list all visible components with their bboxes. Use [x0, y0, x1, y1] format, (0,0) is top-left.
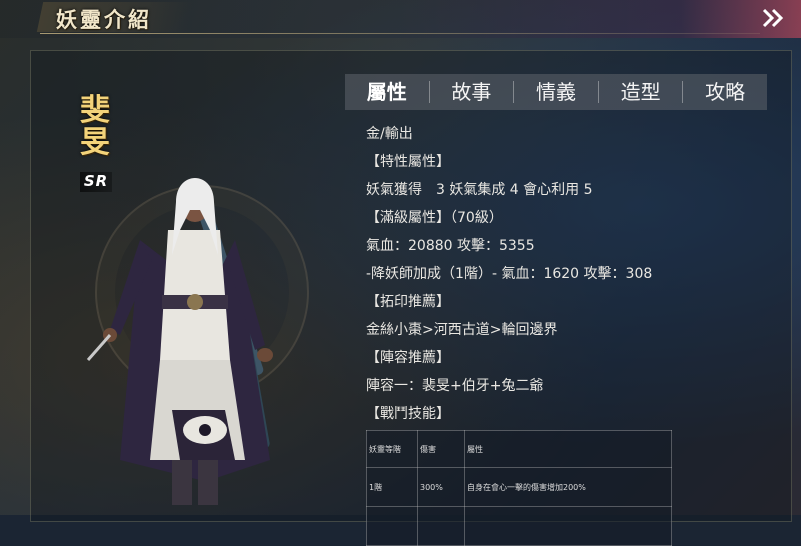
table-row: 1階 300% 自身在會心一擊的傷害增加200%	[366, 467, 672, 507]
title-divider	[40, 33, 760, 34]
table-cell	[464, 506, 672, 546]
feature-values: 妖氣獲得 3 妖氣集成 4 會心利用 5	[366, 182, 593, 198]
tab-bar: 屬性 故事 情義 造型 攻略	[345, 74, 767, 110]
table-cell: 1階	[366, 467, 418, 507]
team-header: 【陣容推薦】	[366, 350, 450, 366]
feature-header: 【特性屬性】	[366, 154, 450, 170]
page-title: 妖靈介紹	[56, 7, 152, 32]
attribute-info: 金/輸出 【特性屬性】 妖氣獲得 3 妖氣集成 4 會心利用 5 【滿級屬性】（…	[366, 120, 776, 428]
table-cell: 自身在會心一擊的傷害增加200%	[464, 467, 672, 507]
table-header: 傷害	[417, 430, 465, 468]
tab-strategy[interactable]: 攻略	[682, 81, 767, 103]
table-cell	[417, 506, 465, 546]
double-chevron-right-icon[interactable]	[759, 6, 787, 30]
seal-recommendation: 金絲小棗>河西古道>輪回邊界	[366, 322, 558, 338]
character-name: 斐 旻	[80, 95, 110, 159]
table-header: 屬性	[464, 430, 672, 468]
bonus-stats: -降妖師加成（1階）- 氣血：1620 攻擊：308	[366, 266, 653, 282]
character-name-char1: 斐	[80, 93, 110, 128]
tab-attributes[interactable]: 屬性	[345, 81, 429, 103]
team-recommendation: 陣容一：裴旻+伯牙+兔二爺	[366, 378, 544, 394]
maxlevel-header: 【滿級屬性】（70級）	[366, 210, 503, 226]
element-type: 金/輸出	[366, 126, 413, 142]
table-cell	[366, 506, 418, 546]
maxlevel-stats: 氣血：20880 攻擊：5355	[366, 238, 535, 254]
skill-table: 妖靈等階 傷害 屬性 1階 300% 自身在會心一擊的傷害增加200%	[366, 430, 672, 546]
tab-bond[interactable]: 情義	[513, 81, 598, 103]
table-cell: 300%	[417, 467, 465, 507]
rarity-badge: SR	[80, 172, 112, 192]
seal-header: 【拓印推薦】	[366, 294, 450, 310]
tab-story[interactable]: 故事	[428, 81, 514, 103]
character-portrait	[86, 178, 273, 505]
table-header: 妖靈等階	[366, 430, 418, 468]
table-header-row: 妖靈等階 傷害 屬性	[366, 430, 672, 468]
character-name-char2: 旻	[80, 125, 110, 160]
tab-appearance[interactable]: 造型	[597, 81, 683, 103]
skill-header: 【戰鬥技能】	[366, 406, 450, 422]
table-row	[366, 506, 672, 546]
